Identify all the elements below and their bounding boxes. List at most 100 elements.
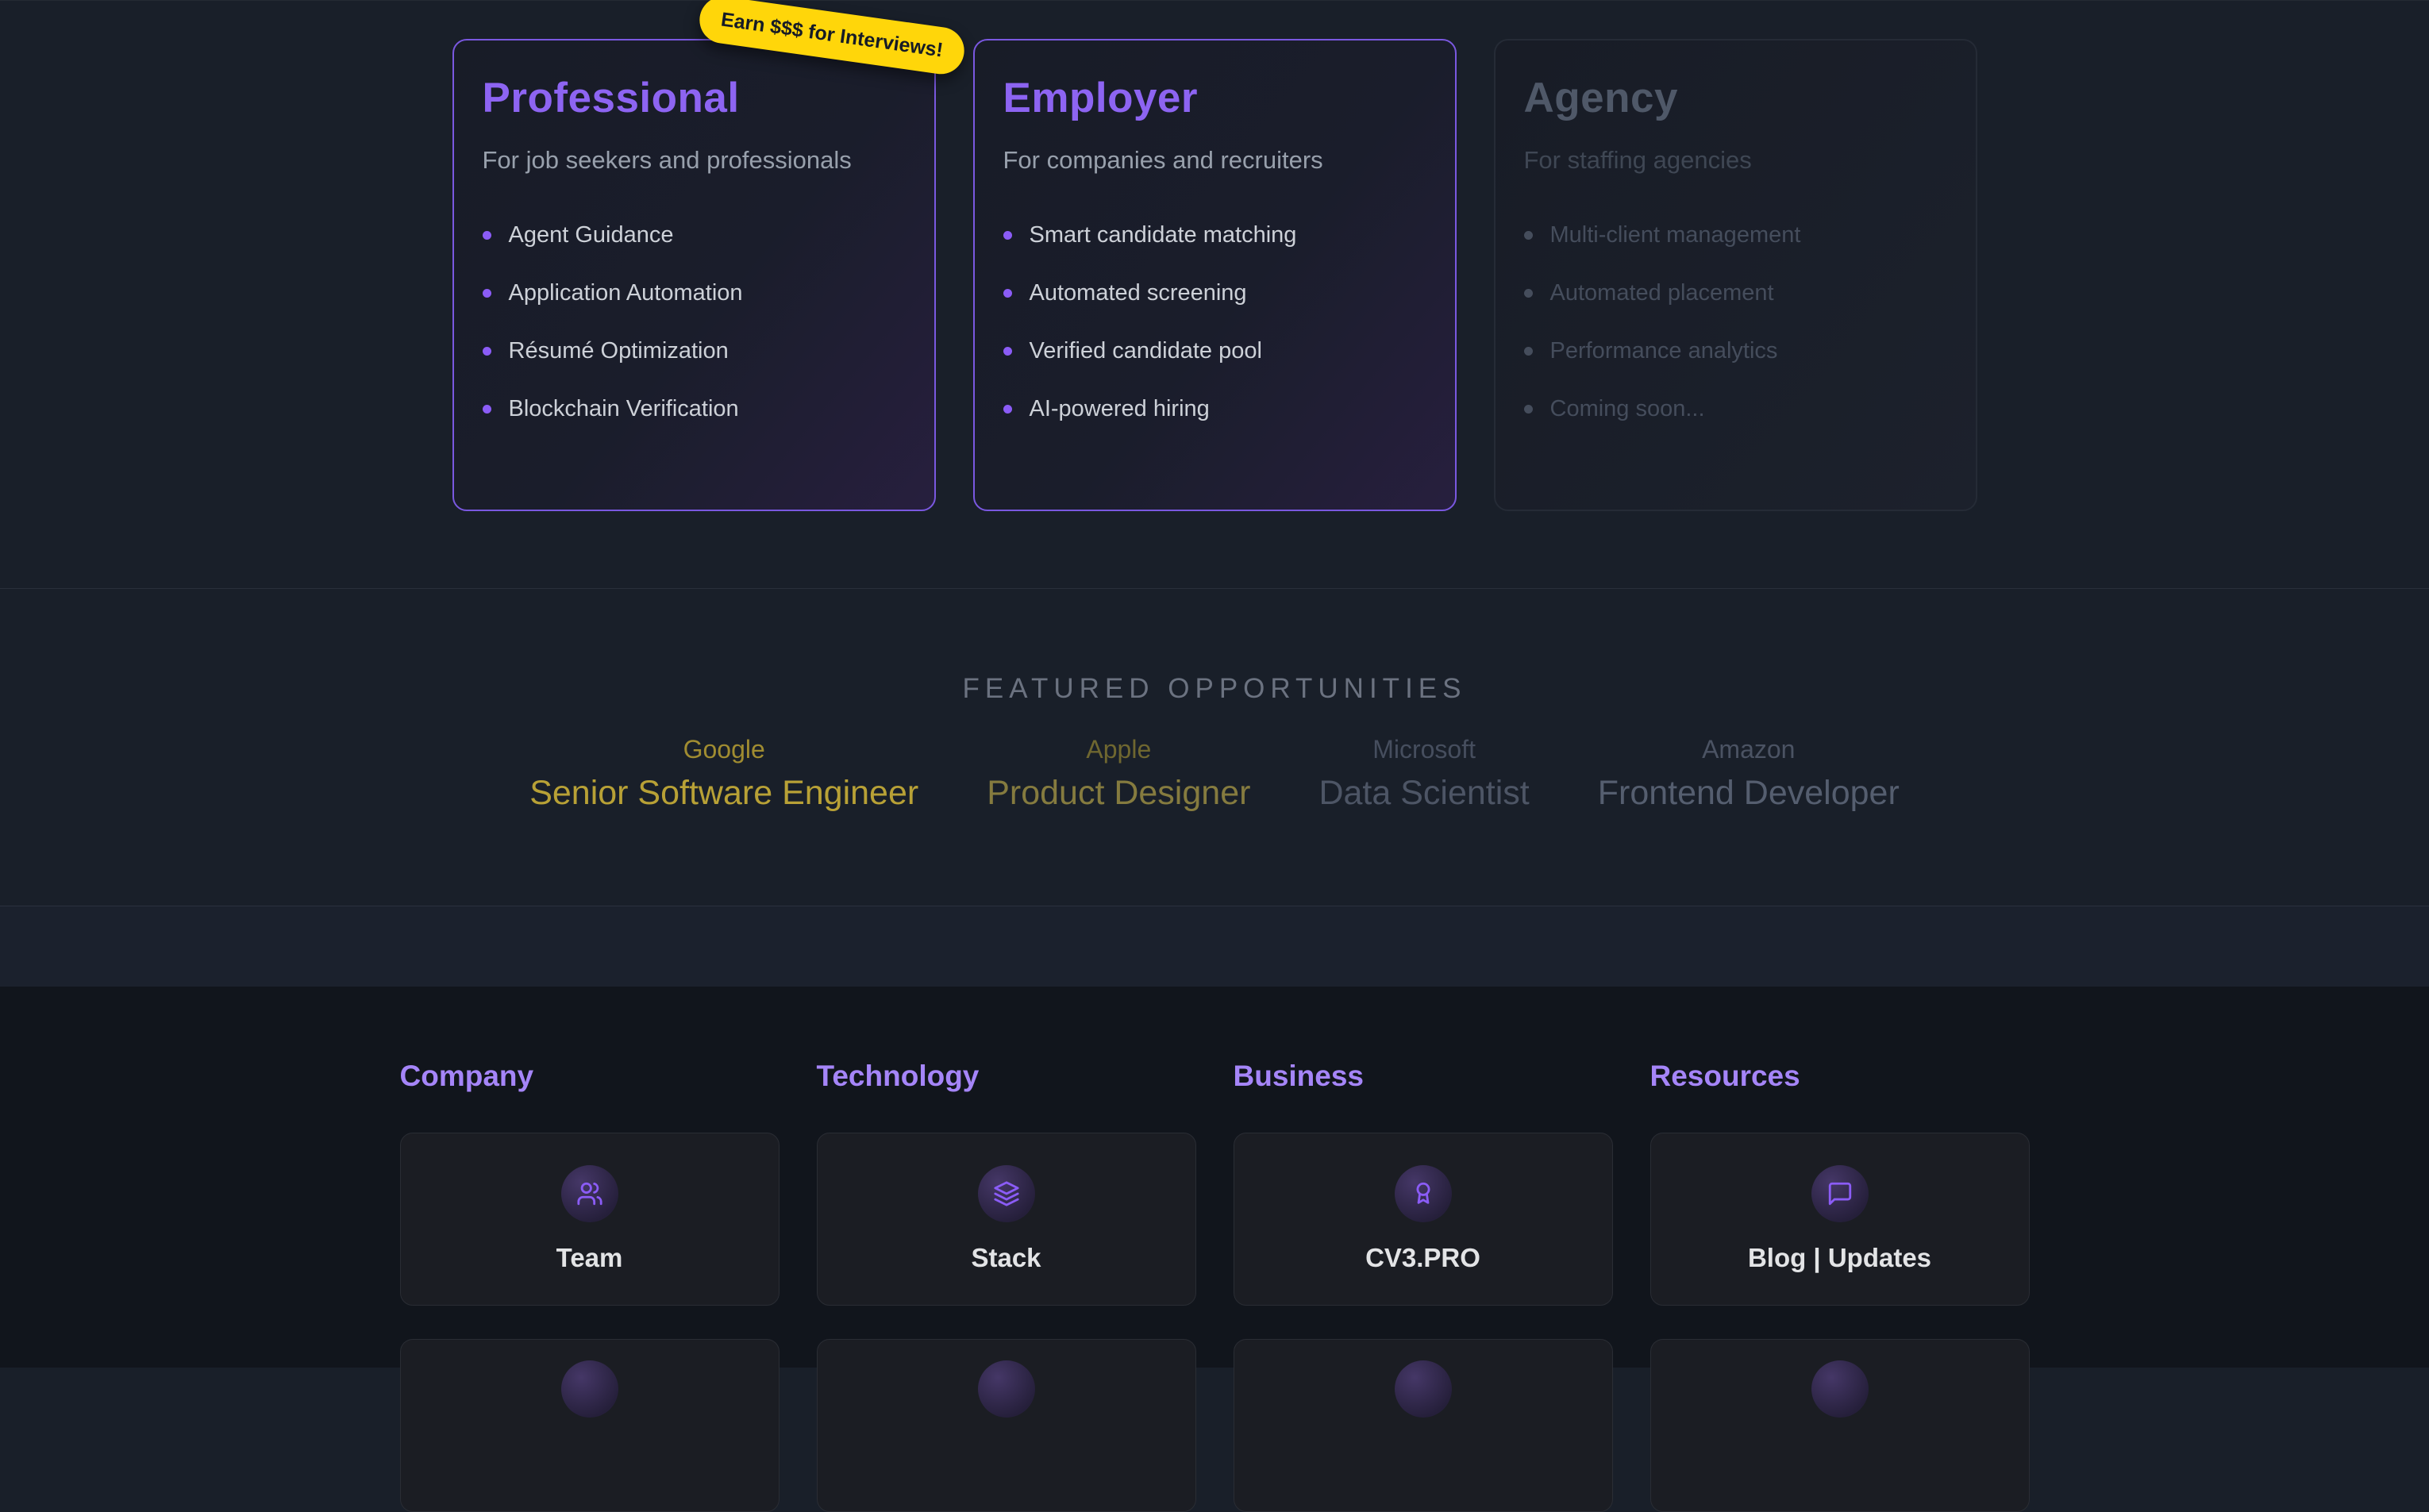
card-subtitle: For companies and recruiters	[1003, 146, 1426, 175]
footer-card-team[interactable]: Team	[400, 1133, 780, 1306]
feature-label: Application Automation	[509, 280, 743, 306]
card-subtitle: For job seekers and professionals	[483, 146, 906, 175]
bullet-dot-icon	[483, 347, 491, 356]
footer-card-partial[interactable]	[1650, 1339, 2030, 1512]
feature-label: Résumé Optimization	[509, 338, 729, 364]
feature-item: Application Automation	[483, 280, 906, 306]
footer-card-partial[interactable]	[817, 1339, 1196, 1512]
footer-card-label: Team	[556, 1243, 623, 1273]
footer-card-cv3pro[interactable]: CV3.PRO	[1234, 1133, 1613, 1306]
job-role: Data Scientist	[1318, 774, 1529, 813]
feature-item: Smart candidate matching	[1003, 222, 1426, 248]
feature-item: Blockchain Verification	[483, 396, 906, 422]
footer-card-blog[interactable]: Blog | Updates	[1650, 1133, 2030, 1306]
footer-column-company: Company Team	[400, 1060, 780, 1512]
bullet-dot-icon	[1003, 405, 1012, 414]
icon-circle	[1395, 1165, 1452, 1222]
feature-label: Blockchain Verification	[509, 396, 739, 422]
card-title-professional: Professional	[483, 74, 906, 122]
job-company: Apple	[987, 735, 1250, 764]
bullet-dot-icon	[1524, 347, 1533, 356]
feature-label: Smart candidate matching	[1030, 222, 1297, 248]
footer-card-partial[interactable]	[1234, 1339, 1613, 1512]
icon-circle	[561, 1360, 618, 1418]
feature-label: Automated screening	[1030, 280, 1247, 306]
feature-label: Multi-client management	[1550, 222, 1801, 248]
job-company: Microsoft	[1318, 735, 1529, 764]
feature-item: AI-powered hiring	[1003, 396, 1426, 422]
feature-label: Performance analytics	[1550, 338, 1778, 364]
job-item-microsoft[interactable]: Microsoft Data Scientist	[1318, 735, 1529, 813]
feature-item: Coming soon...	[1524, 396, 1947, 422]
layers-icon	[993, 1180, 1020, 1207]
bullet-dot-icon	[1524, 289, 1533, 298]
icon-circle	[561, 1165, 618, 1222]
job-item-apple[interactable]: Apple Product Designer	[987, 735, 1250, 813]
footer-header: Business	[1234, 1060, 1613, 1093]
featured-jobs-carousel: Google Senior Software Engineer Apple Pr…	[0, 735, 2429, 813]
job-role: Product Designer	[987, 774, 1250, 813]
feature-item: Automated placement	[1524, 280, 1947, 306]
bullet-dot-icon	[1524, 231, 1533, 240]
earn-for-interviews-badge: Earn $$$ for Interviews!	[696, 0, 967, 77]
featured-opportunities-section: FEATURED OPPORTUNITIES Google Senior Sof…	[0, 588, 2429, 906]
users-icon	[576, 1180, 603, 1207]
feature-item: Automated screening	[1003, 280, 1426, 306]
icon-circle	[1395, 1360, 1452, 1418]
icon-circle	[978, 1165, 1035, 1222]
footer-header: Company	[400, 1060, 780, 1093]
featured-heading: FEATURED OPPORTUNITIES	[0, 673, 2429, 705]
pricing-section: Earn $$$ for Interviews! Professional Fo…	[0, 0, 2429, 588]
feature-item: Verified candidate pool	[1003, 338, 1426, 364]
footer-header: Resources	[1650, 1060, 2030, 1093]
card-title-employer: Employer	[1003, 74, 1426, 122]
footer-column-business: Business CV3.PRO	[1234, 1060, 1613, 1512]
job-role: Senior Software Engineer	[529, 774, 918, 813]
chat-icon	[1827, 1180, 1854, 1207]
job-role: Frontend Developer	[1598, 774, 1900, 813]
bullet-dot-icon	[483, 289, 491, 298]
bullet-dot-icon	[1003, 231, 1012, 240]
icon-circle	[1811, 1165, 1869, 1222]
spacer-band	[0, 906, 2429, 987]
feature-list: Multi-client management Automated placem…	[1524, 222, 1947, 422]
feature-list: Smart candidate matching Automated scree…	[1003, 222, 1426, 422]
feature-list: Agent Guidance Application Automation Ré…	[483, 222, 906, 422]
footer-header: Technology	[817, 1060, 1196, 1093]
feature-label: Automated placement	[1550, 280, 1774, 306]
bullet-dot-icon	[483, 405, 491, 414]
bullet-dot-icon	[1003, 289, 1012, 298]
feature-item: Multi-client management	[1524, 222, 1947, 248]
footer-card-partial[interactable]	[400, 1339, 780, 1512]
feature-label: AI-powered hiring	[1030, 396, 1210, 422]
bullet-dot-icon	[1524, 405, 1533, 414]
bullet-dot-icon	[1003, 347, 1012, 356]
feature-item: Résumé Optimization	[483, 338, 906, 364]
card-subtitle: For staffing agencies	[1524, 146, 1947, 175]
job-company: Amazon	[1598, 735, 1900, 764]
footer-card-stack[interactable]: Stack	[817, 1133, 1196, 1306]
footer-column-resources: Resources Blog | Updates	[1650, 1060, 2030, 1512]
job-item-google[interactable]: Google Senior Software Engineer	[529, 735, 918, 813]
pricing-card-professional[interactable]: Earn $$$ for Interviews! Professional Fo…	[452, 39, 936, 511]
feature-label: Agent Guidance	[509, 222, 674, 248]
feature-label: Coming soon...	[1550, 396, 1705, 422]
feature-item: Performance analytics	[1524, 338, 1947, 364]
footer-columns: Company Team Technology	[400, 1060, 2030, 1512]
footer-card-label: CV3.PRO	[1365, 1243, 1480, 1273]
award-icon	[1410, 1180, 1437, 1207]
icon-circle	[978, 1360, 1035, 1418]
card-title-agency: Agency	[1524, 74, 1947, 122]
footer-card-label: Blog | Updates	[1748, 1243, 1931, 1273]
job-company: Google	[529, 735, 918, 764]
bullet-dot-icon	[483, 231, 491, 240]
icon-circle	[1811, 1360, 1869, 1418]
feature-label: Verified candidate pool	[1030, 338, 1262, 364]
pricing-card-agency: Agency For staffing agencies Multi-clien…	[1494, 39, 1977, 511]
pricing-card-employer[interactable]: Employer For companies and recruiters Sm…	[973, 39, 1457, 511]
pricing-cards-row: Earn $$$ for Interviews! Professional Fo…	[452, 39, 1977, 511]
footer-column-technology: Technology Stack	[817, 1060, 1196, 1512]
job-item-amazon[interactable]: Amazon Frontend Developer	[1598, 735, 1900, 813]
feature-item: Agent Guidance	[483, 222, 906, 248]
footer: Company Team Technology	[0, 987, 2429, 1368]
